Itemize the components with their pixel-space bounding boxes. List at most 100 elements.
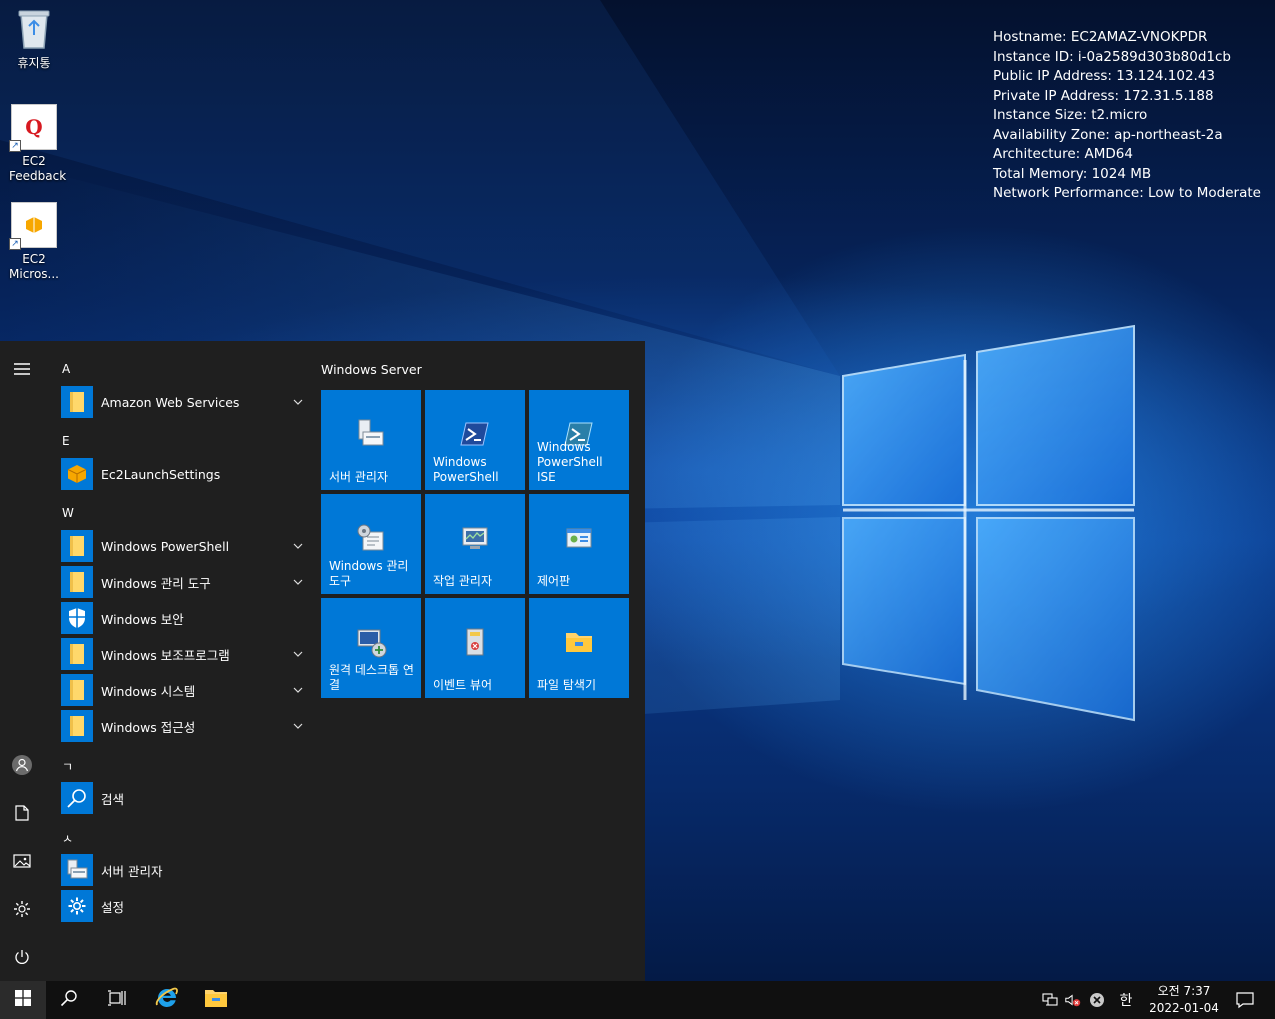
- app-item-server-manager[interactable]: 서버 관리자: [61, 853, 305, 887]
- search-icon: [61, 782, 93, 814]
- shortcut-arrow-icon: ↗: [9, 238, 21, 250]
- app-item-windows-admin-tools[interactable]: Windows 관리 도구: [61, 565, 305, 599]
- start-menu: A Amazon Web Services E Ec2LaunchSetting…: [0, 341, 645, 981]
- gear-icon: [61, 890, 93, 922]
- power-icon[interactable]: [7, 942, 37, 972]
- desktop-icon-ec2-feedback[interactable]: Q ↗ EC2 Feedback: [0, 104, 68, 184]
- action-center-icon[interactable]: [1236, 991, 1254, 1009]
- info-instance-size: Instance Size: t2.micro: [993, 107, 1148, 123]
- tile-windows-powershell-ise[interactable]: Windows PowerShell ISE: [529, 390, 629, 490]
- tile-control-panel[interactable]: 제어판: [529, 494, 629, 594]
- task-view-button[interactable]: [94, 981, 140, 1019]
- chevron-down-icon[interactable]: [291, 719, 305, 733]
- ime-indicator[interactable]: 한: [1116, 992, 1136, 1009]
- app-item-settings[interactable]: 설정: [61, 889, 305, 923]
- clock-date: 2022-01-04: [1149, 1001, 1219, 1015]
- instance-info: Hostname: EC2AMAZ-VNOKPDR Instance ID: i…: [993, 28, 1261, 204]
- documents-icon[interactable]: [7, 798, 37, 828]
- info-architecture: Architecture: AMD64: [993, 146, 1133, 162]
- tile-label: 원격 데스크톱 연결: [329, 663, 414, 692]
- tile-server-manager[interactable]: 서버 관리자: [321, 390, 421, 490]
- tile-label: Windows PowerShell ISE: [537, 440, 603, 484]
- admin-tools-icon: [355, 522, 387, 554]
- search-icon: [60, 989, 78, 1011]
- volume-muted-icon[interactable]: [1064, 992, 1082, 1008]
- package-icon: [61, 458, 93, 490]
- info-network-performance: Network Performance: Low to Moderate: [993, 185, 1261, 201]
- tile-label: 파일 탐색기: [537, 678, 597, 692]
- network-icon[interactable]: [1041, 992, 1059, 1008]
- info-availability-zone: Availability Zone: ap-northeast-2a: [993, 126, 1223, 143]
- app-item-windows-accessibility[interactable]: Windows 접근성: [61, 709, 305, 743]
- app-label: 서버 관리자: [101, 863, 163, 879]
- folder-icon: [61, 566, 93, 598]
- tile-label: 이벤트 뷰어: [433, 678, 493, 692]
- app-item-amazon-web-services[interactable]: Amazon Web Services: [61, 385, 305, 419]
- chevron-down-icon[interactable]: [291, 647, 305, 661]
- app-item-windows-accessories[interactable]: Windows 보조프로그램: [61, 637, 305, 671]
- ec2-feedback-icon: Q ↗: [9, 104, 57, 152]
- info-instance-id: Instance ID: i-0a2589d303b80d1cb: [993, 48, 1232, 65]
- tile-windows-admin-tools[interactable]: Windows 관리 도구: [321, 494, 421, 594]
- app-label: Windows PowerShell: [101, 538, 230, 554]
- app-item-search[interactable]: 검색: [61, 781, 305, 815]
- app-item-windows-system[interactable]: Windows 시스템: [61, 673, 305, 707]
- tile-event-viewer[interactable]: 이벤트 뷰어: [425, 598, 525, 698]
- desktop-icon-recycle-bin[interactable]: 휴지통: [0, 6, 68, 71]
- user-icon[interactable]: [7, 750, 37, 780]
- notification-error-icon[interactable]: [1088, 992, 1106, 1008]
- tile-label: 제어판: [537, 574, 571, 588]
- internet-explorer-icon: [154, 985, 180, 1015]
- tile-windows-powershell[interactable]: Windows PowerShell: [425, 390, 525, 490]
- recycle-bin-icon: [11, 6, 57, 52]
- taskbar-clock[interactable]: 오전 7:37 2022-01-04: [1146, 983, 1222, 1017]
- section-letter-a[interactable]: A: [62, 362, 70, 376]
- control-panel-icon: [563, 522, 595, 554]
- clock-time: 오전 7:37: [1157, 984, 1211, 998]
- task-view-icon: [107, 990, 127, 1010]
- start-button[interactable]: [0, 981, 46, 1019]
- chevron-down-icon[interactable]: [291, 395, 305, 409]
- ec2-microsoft-icon: ↗: [9, 202, 57, 250]
- taskbar-internet-explorer[interactable]: [144, 981, 190, 1019]
- tile-file-explorer[interactable]: 파일 탐색기: [529, 598, 629, 698]
- app-item-windows-powershell[interactable]: Windows PowerShell: [61, 529, 305, 563]
- folder-icon: [61, 386, 93, 418]
- file-explorer-icon: [563, 626, 595, 658]
- pictures-icon[interactable]: [7, 846, 37, 876]
- desktop-icon-label: 휴지통: [17, 56, 51, 70]
- event-viewer-icon: [459, 626, 491, 658]
- taskbar-file-explorer[interactable]: [193, 981, 239, 1019]
- taskbar-search-button[interactable]: [46, 981, 92, 1019]
- hamburger-icon[interactable]: [7, 354, 37, 384]
- desktop-icon-ec2-microsoft[interactable]: ↗ EC2 Micros...: [0, 202, 68, 282]
- info-public-ip: Public IP Address: 13.124.102.43: [993, 68, 1216, 84]
- tile-task-manager[interactable]: 작업 관리자: [425, 494, 525, 594]
- powershell-icon: [459, 418, 491, 450]
- chevron-down-icon[interactable]: [291, 539, 305, 553]
- app-label: Ec2LaunchSettings: [101, 466, 221, 482]
- tile-label: 작업 관리자: [433, 574, 493, 588]
- info-private-ip: Private IP Address: 172.31.5.188: [993, 87, 1214, 104]
- shortcut-arrow-icon: ↗: [9, 140, 21, 152]
- folder-icon: [61, 710, 93, 742]
- folder-icon: [61, 530, 93, 562]
- app-label: Amazon Web Services: [101, 394, 240, 410]
- file-explorer-icon: [204, 988, 228, 1012]
- app-item-ec2launchsettings[interactable]: Ec2LaunchSettings: [61, 457, 305, 491]
- section-letter-w[interactable]: W: [62, 506, 74, 520]
- remote-desktop-icon: [355, 626, 387, 658]
- section-letter-siot[interactable]: ㅅ: [62, 830, 73, 847]
- app-item-windows-security[interactable]: Windows 보안: [61, 601, 305, 635]
- app-label: Windows 시스템: [101, 683, 196, 699]
- section-letter-giyeok[interactable]: ㄱ: [62, 758, 73, 775]
- chevron-down-icon[interactable]: [291, 575, 305, 589]
- tile-group-title[interactable]: Windows Server: [321, 362, 422, 377]
- app-label: 검색: [101, 791, 125, 807]
- settings-icon[interactable]: [7, 894, 37, 924]
- tile-label: 서버 관리자: [329, 470, 389, 484]
- chevron-down-icon[interactable]: [291, 683, 305, 697]
- section-letter-e[interactable]: E: [62, 434, 70, 448]
- app-label: Windows 관리 도구: [101, 575, 211, 591]
- tile-remote-desktop[interactable]: 원격 데스크톱 연결: [321, 598, 421, 698]
